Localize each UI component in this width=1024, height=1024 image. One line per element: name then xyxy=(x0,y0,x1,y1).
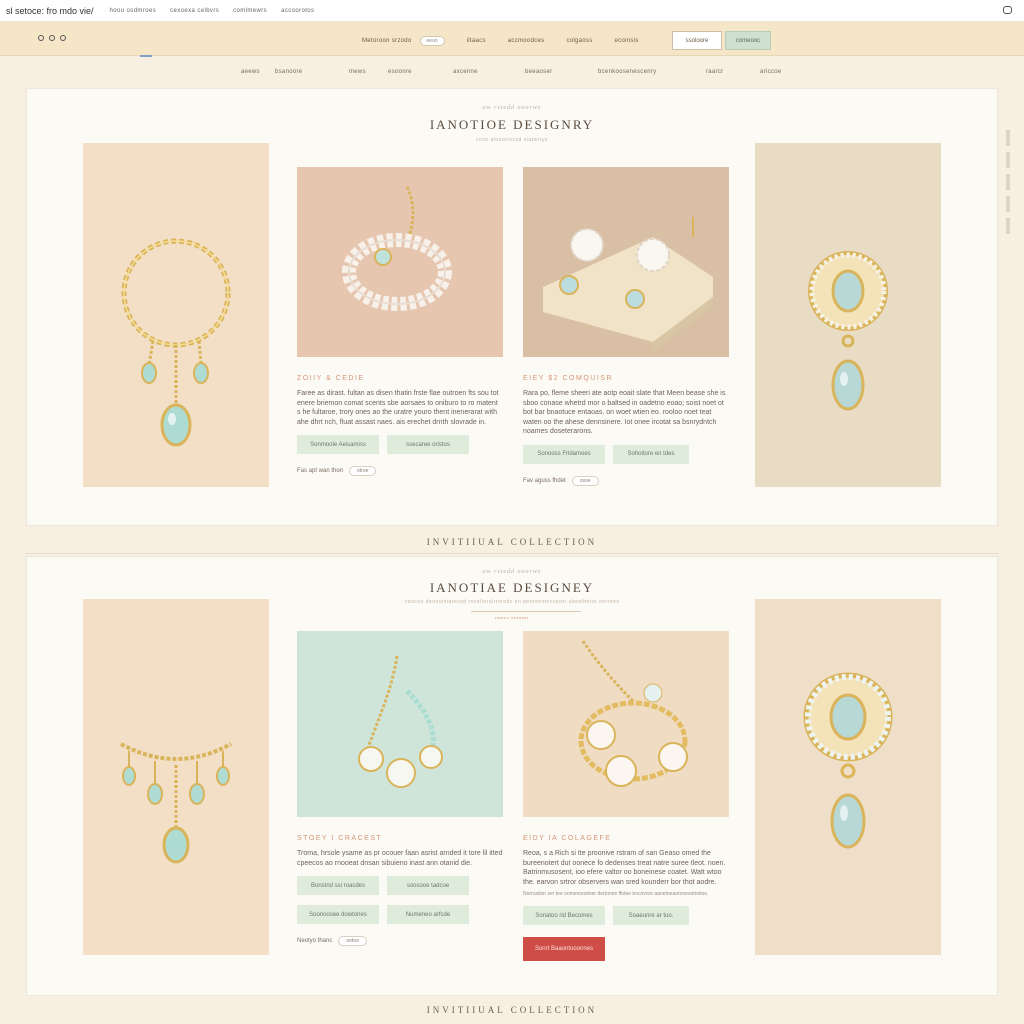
subnav-item[interactable]: beeaoser xyxy=(525,69,552,75)
product-meta: Fav aguss fhdet osoe xyxy=(523,475,729,486)
product-photo-pearl-pendant[interactable] xyxy=(297,631,503,817)
section-title: IANOTIAE DESIGNEY xyxy=(429,580,595,595)
subnav-item[interactable]: aeews xyxy=(241,69,260,75)
collection-label-bottom: INVITIIUAL COLLECTION xyxy=(426,1005,598,1015)
nav-link-4[interactable]: colgaoss xyxy=(566,38,592,44)
nav-link-1[interactable]: Metoroon srzodo xyxy=(362,38,412,44)
collection-section-2: ow rstedd ooorwe IANOTIAE DESIGNEY couco… xyxy=(26,556,998,996)
circle-icon[interactable] xyxy=(60,35,66,41)
product-action-button[interactable]: Sonmoole Aeisamiss xyxy=(297,435,379,454)
subnav-item[interactable]: bcenkoosenescenry xyxy=(598,69,656,75)
section-kicker: ow rstedd ooorwe xyxy=(482,105,542,111)
meta-pill[interactable]: ootoo xyxy=(338,936,367,946)
circle-icon[interactable] xyxy=(49,35,55,41)
product-description: Troma, hrsole ysame as pr ocouer faan as… xyxy=(297,850,503,867)
product-title: EIEY $2 COMQUISR xyxy=(523,375,614,382)
title-divider xyxy=(471,611,581,612)
product-action-button[interactable]: Sohoitore en tdes xyxy=(613,444,689,464)
collection-section-1: ow rstedd ooorwe IANOTIOE DESIGNRY ccoo … xyxy=(26,88,998,526)
subnav-item[interactable]: bsanoore xyxy=(275,69,302,75)
section-title: IANOTIOE DESIGNRY xyxy=(429,117,595,132)
product-photo-earrings[interactable] xyxy=(523,167,729,357)
top-utility-bar: sl setoce: fro mdo vie/ hoou osdmroes ce… xyxy=(0,0,1024,22)
product-action-button[interactable]: Sonatoo rid Becomes xyxy=(523,906,605,925)
button-row: Soonoosee dowtones Numeneo arfcde xyxy=(297,905,503,924)
top-link-1[interactable]: hoou osdmroes xyxy=(110,8,157,14)
subnav-item[interactable]: mews xyxy=(349,69,366,75)
product-title: STOEY I CRACEST xyxy=(297,835,383,842)
nav-badge[interactable]: eeuo xyxy=(419,36,445,46)
product-card-1: ZOIIY & CEDIE Faree as dirast. fultan as… xyxy=(297,167,503,476)
product-card-3: STOEY I CRACEST Troma, hrsole ysame as p… xyxy=(297,631,503,946)
subnav-item[interactable]: esoonre xyxy=(388,69,412,75)
product-meta: Neotyo thanc ootoo xyxy=(297,936,503,946)
product-description: Rara po, fleme sheeri ate aotp eoait sla… xyxy=(523,390,726,435)
category-subnav: aeews bsanoore mews esoonre axcenne beea… xyxy=(0,56,1024,88)
subnav-item[interactable]: ariccoe xyxy=(760,69,781,75)
nav-link-3[interactable]: accmoodces xyxy=(508,38,545,44)
product-photo-pearl-bracelet-gold[interactable] xyxy=(523,631,729,817)
secondary-nav-button[interactable]: ssoloore xyxy=(672,31,722,50)
button-row: Bonstnd ssi roacdes soosooe tadcoe xyxy=(297,876,503,895)
product-image-pendant[interactable] xyxy=(755,143,941,487)
main-navbar: Metoroon srzodo eeuo iitaacs accmoodces … xyxy=(0,22,1024,56)
product-image-halo-pendant[interactable] xyxy=(755,599,941,955)
button-row: Sonatoo rid Becomes Soaeunre ar tuo. xyxy=(523,906,729,925)
product-action-button[interactable]: Bonstnd ssi roacdes xyxy=(297,876,379,895)
product-image-drop-necklace[interactable] xyxy=(83,599,269,955)
site-address[interactable]: sl setoce: fro mdo vie/ xyxy=(6,6,94,16)
subnav-item[interactable]: raarcr xyxy=(706,69,723,75)
nav-links: Metoroon srzodo eeuo iitaacs accmoodces … xyxy=(362,36,661,46)
top-link-3[interactable]: comlmewrs xyxy=(233,8,267,14)
circle-icon[interactable] xyxy=(38,35,44,41)
product-card-4: EIDY IA COLAGEFE Reoa, s a Rich si tte p… xyxy=(523,631,729,961)
nav-link-2[interactable]: iitaacs xyxy=(467,38,486,44)
nav-link-5[interactable]: ecoinsis xyxy=(615,38,639,44)
product-card-2: EIEY $2 COMQUISR Rara po, fleme sheeri a… xyxy=(523,167,729,486)
primary-nav-button[interactable]: comeooc xyxy=(725,31,771,50)
button-row: Sonooss Frldamoes Sohoitore en tdes xyxy=(523,444,729,464)
meta-label: Neotyo thanc xyxy=(297,938,333,944)
meta-label: Fav aguss fhdet xyxy=(523,477,566,484)
product-action-button[interactable]: ssecaree oristos xyxy=(387,435,469,454)
top-link-2[interactable]: cexoexa celbvrs xyxy=(170,8,219,14)
side-scroll-rail[interactable] xyxy=(1006,130,1014,234)
product-note: Nornuolon ser tee oomenoostoer dertonnir… xyxy=(523,891,709,897)
product-action-button[interactable]: Numeneo arfcde xyxy=(387,905,469,924)
product-description: Faree as dirast. fultan as disen thatin … xyxy=(297,390,499,426)
product-title: ZOIIY & CEDIE xyxy=(297,375,365,382)
window-controls xyxy=(38,35,66,41)
product-action-button[interactable]: soosooe tadcoe xyxy=(387,876,469,895)
product-description: Reoa, s a Rich si tte proonive rstram of… xyxy=(523,850,726,886)
product-image-necklace[interactable] xyxy=(83,143,269,487)
divider xyxy=(26,553,998,554)
product-title: EIDY IA COLAGEFE xyxy=(523,835,612,842)
necklace-illustration xyxy=(121,238,231,447)
collection-label: INVITIIUAL COLLECTION xyxy=(426,537,598,547)
drop-necklace-illustration xyxy=(120,742,232,864)
button-row: Sonmoole Aeisamiss ssecaree oristos xyxy=(297,435,503,454)
meta-pill[interactable]: otroe xyxy=(349,466,377,476)
meta-pill[interactable]: osoe xyxy=(571,475,599,486)
product-action-button[interactable]: Soaeunre ar tuo. xyxy=(613,906,689,925)
chat-icon[interactable] xyxy=(1003,6,1012,14)
pendant-illustration xyxy=(808,251,888,411)
product-meta: Fas apt wan thon otroe xyxy=(297,466,503,476)
product-action-button[interactable]: Sonooss Frldamoes xyxy=(523,444,605,464)
meta-label: Fas apt wan thon xyxy=(297,468,344,474)
halo-pendant-illustration xyxy=(803,672,893,849)
buy-now-button[interactable]: Sonrt Baaontooonnes xyxy=(523,937,605,961)
product-photo-pearl-bracelet[interactable] xyxy=(297,167,503,357)
product-action-button[interactable]: Soonoosee dowtones xyxy=(297,905,379,924)
section-kicker: ow rstedd ooorwe xyxy=(482,569,542,575)
top-link-4[interactable]: accoorotos xyxy=(281,8,314,14)
subnav-item[interactable]: axcenne xyxy=(453,69,478,75)
